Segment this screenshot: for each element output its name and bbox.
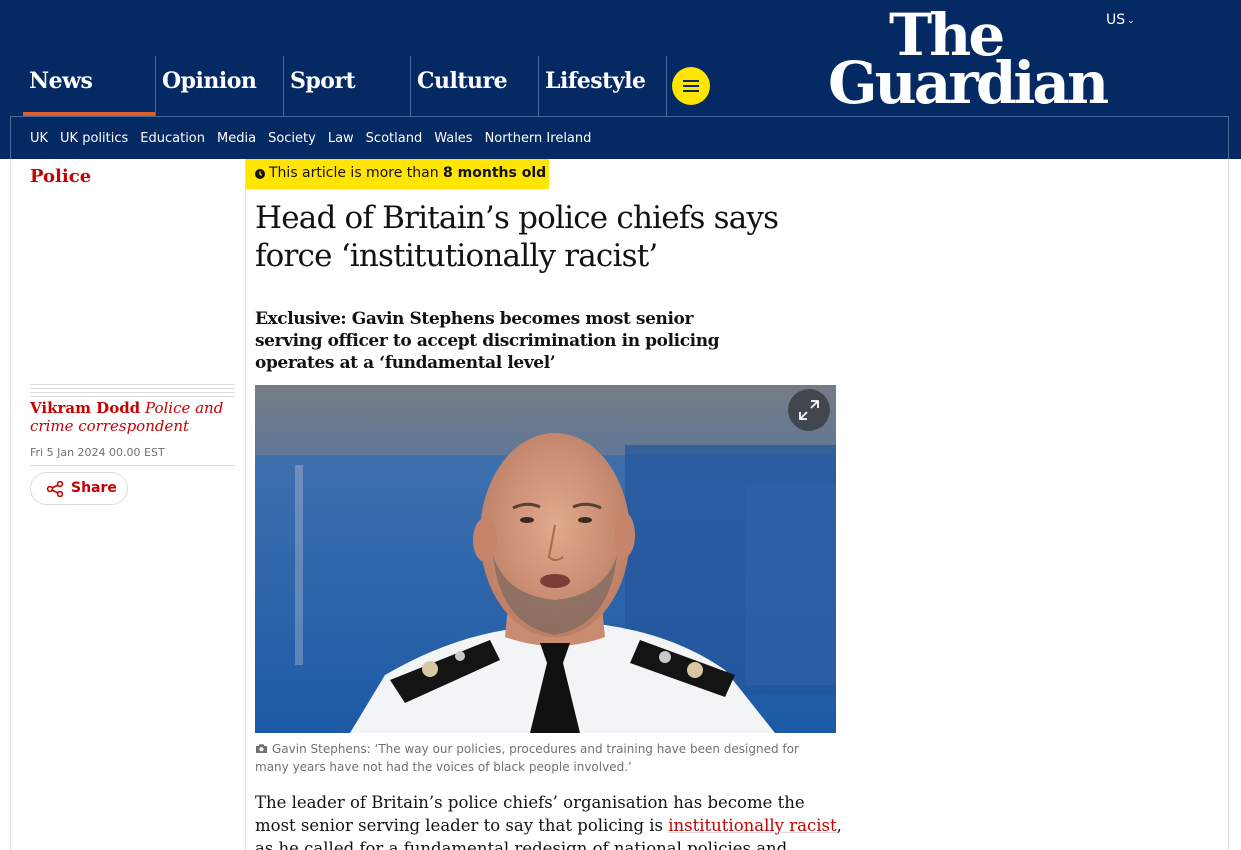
page-frame-left [10, 159, 11, 850]
date-divider [30, 465, 235, 466]
author-name[interactable]: Vikram Dodd [30, 399, 140, 417]
subnav-item-uk[interactable]: UK [30, 131, 48, 146]
age-warning-prefix: This article is more than [269, 165, 444, 181]
expand-icon [799, 400, 819, 420]
section-subnav: UK UK politics Education Media Society L… [10, 116, 1229, 159]
subnav-item-scotland[interactable]: Scotland [366, 131, 423, 146]
article-body: The leader of Britain’s police chiefs’ o… [255, 791, 845, 850]
subnav-item-society[interactable]: Society [268, 131, 316, 146]
article-main-image [255, 385, 836, 733]
chevron-down-icon: ⌄ [1127, 16, 1135, 26]
subnav-item-northern-ireland[interactable]: Northern Ireland [485, 131, 592, 146]
pillar-lifestyle[interactable]: Lifestyle [538, 56, 666, 116]
masthead: US ⌄ The Guardian News Opinion Sport Cult… [0, 0, 1241, 159]
pillar-divider [666, 56, 667, 116]
share-label: Share [71, 480, 117, 496]
logo-line-2: Guardian [828, 49, 1109, 117]
institutionally-racist-link[interactable]: institutionally racist [668, 816, 836, 835]
subnav-item-wales[interactable]: Wales [434, 131, 472, 146]
section-tag[interactable]: Police [30, 166, 91, 187]
byline: Vikram Dodd Police and crime corresponde… [30, 399, 235, 435]
article-headline: Head of Britain’s police chiefs says for… [255, 200, 779, 274]
image-caption: Gavin Stephens: ‘The way our policies, p… [255, 740, 836, 776]
column-divider [245, 159, 246, 850]
share-icon [46, 481, 64, 497]
pillar-culture[interactable]: Culture [410, 56, 538, 116]
pillar-news[interactable]: News [23, 56, 155, 116]
clock-icon [255, 169, 265, 179]
expand-image-button[interactable] [788, 389, 830, 431]
subnav-item-education[interactable]: Education [140, 131, 205, 146]
menu-button[interactable] [672, 67, 710, 105]
share-button[interactable]: Share [30, 472, 128, 505]
page-frame-right [1228, 159, 1229, 850]
camera-icon [256, 744, 267, 753]
pillar-sport[interactable]: Sport [283, 56, 410, 116]
subnav-item-law[interactable]: Law [328, 131, 354, 146]
publish-date: Fri 5 Jan 2024 00.00 EST [30, 446, 165, 459]
pillar-opinion[interactable]: Opinion [155, 56, 283, 116]
edition-selector[interactable]: US ⌄ [1106, 12, 1135, 28]
article-age-warning: This article is more than 8 months old [246, 159, 549, 189]
photo-illustration [255, 385, 836, 733]
byline-rules [30, 384, 235, 400]
article-standfirst: Exclusive: Gavin Stephens becomes most s… [255, 309, 720, 373]
edition-label: US [1106, 12, 1126, 28]
subnav-item-media[interactable]: Media [217, 131, 256, 146]
caption-text: Gavin Stephens: ‘The way our policies, p… [255, 742, 799, 774]
subnav-item-uk-politics[interactable]: UK politics [60, 131, 128, 146]
age-warning-age: 8 months old [443, 165, 547, 181]
body-paragraph: The leader of Britain’s police chiefs’ o… [255, 791, 845, 850]
